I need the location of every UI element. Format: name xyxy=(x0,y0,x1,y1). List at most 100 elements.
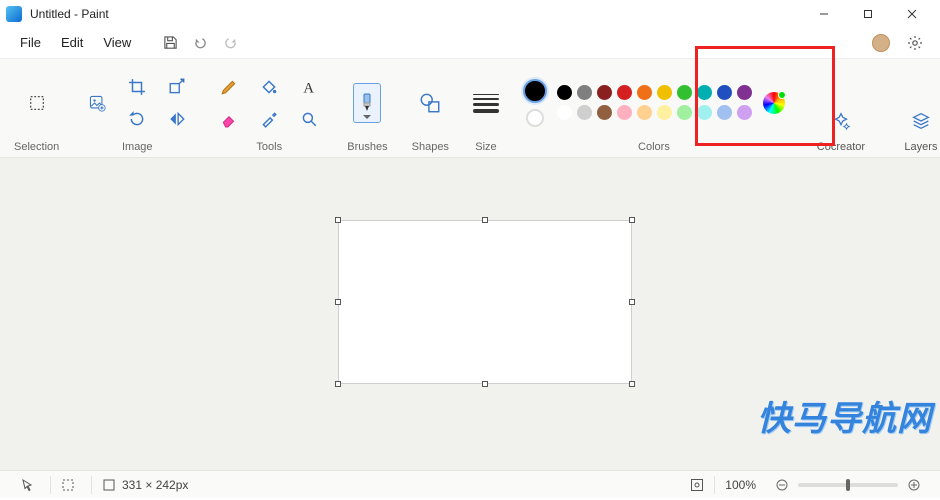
maximize-button[interactable] xyxy=(846,0,890,28)
edit-colors-button[interactable] xyxy=(763,92,785,114)
status-bar: 331 × 242px 100% xyxy=(0,470,940,498)
resize-handle[interactable] xyxy=(482,381,488,387)
color-swatch[interactable] xyxy=(577,105,592,120)
group-size-label: Size xyxy=(475,141,496,153)
minimize-button[interactable] xyxy=(802,0,846,28)
group-shapes: Shapes xyxy=(404,59,457,157)
paint-app-icon xyxy=(6,6,22,22)
redo-button[interactable] xyxy=(215,28,245,58)
group-brushes-label: Brushes xyxy=(347,141,387,153)
color-swatch[interactable] xyxy=(617,85,632,100)
color-swatch[interactable] xyxy=(637,85,652,100)
color-1-swatch[interactable] xyxy=(523,79,547,103)
resize-handle[interactable] xyxy=(482,217,488,223)
workspace[interactable]: 快马导航网 xyxy=(0,158,940,470)
group-tools: A Tools xyxy=(207,59,331,157)
color-2-swatch[interactable] xyxy=(526,109,544,127)
canvas-size-text: 331 × 242px xyxy=(122,478,188,492)
user-avatar[interactable] xyxy=(872,34,890,52)
image-import-button[interactable] xyxy=(81,79,113,127)
color-swatch[interactable] xyxy=(657,85,672,100)
color-swatch[interactable] xyxy=(697,105,712,120)
watermark-text: 快马导航网 xyxy=(757,391,932,440)
cursor-position-indicator xyxy=(10,478,50,492)
color-swatch[interactable] xyxy=(717,105,732,120)
group-selection: Selection xyxy=(6,59,67,157)
layers-label: Layers xyxy=(904,141,937,153)
group-cocreator[interactable]: Cocreator xyxy=(801,59,881,157)
group-colors: Colors xyxy=(515,59,793,157)
color-swatch[interactable] xyxy=(677,85,692,100)
layers-icon xyxy=(910,110,932,135)
menu-file[interactable]: File xyxy=(10,31,51,54)
flip-button[interactable] xyxy=(162,106,192,132)
color-swatch[interactable] xyxy=(637,105,652,120)
resize-handle[interactable] xyxy=(629,217,635,223)
color-swatch[interactable] xyxy=(577,85,592,100)
settings-button[interactable] xyxy=(900,28,930,58)
color-swatch[interactable] xyxy=(677,105,692,120)
resize-handle[interactable] xyxy=(335,217,341,223)
resize-button[interactable] xyxy=(162,74,192,100)
color-swatch[interactable] xyxy=(617,105,632,120)
color-swatch[interactable] xyxy=(597,105,612,120)
menu-view[interactable]: View xyxy=(93,31,141,54)
brush-selector[interactable] xyxy=(353,83,381,123)
color-picker-tool[interactable] xyxy=(254,106,284,132)
group-layers[interactable]: Layers xyxy=(881,59,940,157)
group-image: Image xyxy=(75,59,199,157)
resize-handle[interactable] xyxy=(629,299,635,305)
resize-handle[interactable] xyxy=(335,299,341,305)
eraser-tool[interactable] xyxy=(214,106,244,132)
selection-size-indicator xyxy=(51,478,91,492)
pencil-tool[interactable] xyxy=(214,74,244,100)
zoom-out-button[interactable] xyxy=(766,479,798,491)
save-button[interactable] xyxy=(155,28,185,58)
color-swatch[interactable] xyxy=(657,105,672,120)
group-colors-label: Colors xyxy=(638,141,670,153)
color-swatch[interactable] xyxy=(737,105,752,120)
title-bar: Untitled - Paint xyxy=(0,0,940,28)
resize-handle[interactable] xyxy=(335,381,341,387)
ribbon-toolbar: Selection Image A Tools xyxy=(0,58,940,158)
fit-screen-button[interactable] xyxy=(680,478,714,492)
canvas-size-icon xyxy=(102,478,116,492)
cocreator-icon xyxy=(830,110,852,135)
window-title: Untitled - Paint xyxy=(30,7,109,21)
close-button[interactable] xyxy=(890,0,934,28)
group-selection-label: Selection xyxy=(14,141,59,153)
resize-handle[interactable] xyxy=(629,381,635,387)
undo-button[interactable] xyxy=(185,28,215,58)
magnifier-tool[interactable] xyxy=(294,106,324,132)
zoom-in-button[interactable] xyxy=(898,479,930,491)
rotate-button[interactable] xyxy=(122,106,152,132)
select-rectangle-button[interactable] xyxy=(20,86,54,120)
fill-tool[interactable] xyxy=(254,74,284,100)
selection-icon xyxy=(61,478,75,492)
minus-icon xyxy=(776,479,788,491)
color-swatch[interactable] xyxy=(697,85,712,100)
menu-edit[interactable]: Edit xyxy=(51,31,93,54)
group-shapes-label: Shapes xyxy=(412,141,449,153)
color-swatch[interactable] xyxy=(557,85,572,100)
svg-text:A: A xyxy=(304,81,315,96)
size-selector[interactable] xyxy=(473,94,499,113)
text-tool[interactable]: A xyxy=(294,74,324,100)
group-image-label: Image xyxy=(122,141,153,153)
shapes-selector[interactable] xyxy=(415,88,445,118)
canvas[interactable] xyxy=(338,220,632,384)
plus-icon xyxy=(908,479,920,491)
crop-button[interactable] xyxy=(122,74,152,100)
group-tools-label: Tools xyxy=(256,141,282,153)
zoom-slider[interactable] xyxy=(798,483,898,487)
color-swatch[interactable] xyxy=(597,85,612,100)
color-swatch[interactable] xyxy=(737,85,752,100)
zoom-slider-thumb[interactable] xyxy=(846,479,850,491)
group-size: Size xyxy=(465,59,507,157)
menu-bar: File Edit View xyxy=(0,28,940,58)
color-swatch[interactable] xyxy=(557,105,572,120)
cocreator-label: Cocreator xyxy=(817,141,865,153)
cursor-icon xyxy=(20,478,34,492)
color-swatch[interactable] xyxy=(717,85,732,100)
fit-icon xyxy=(690,478,704,492)
